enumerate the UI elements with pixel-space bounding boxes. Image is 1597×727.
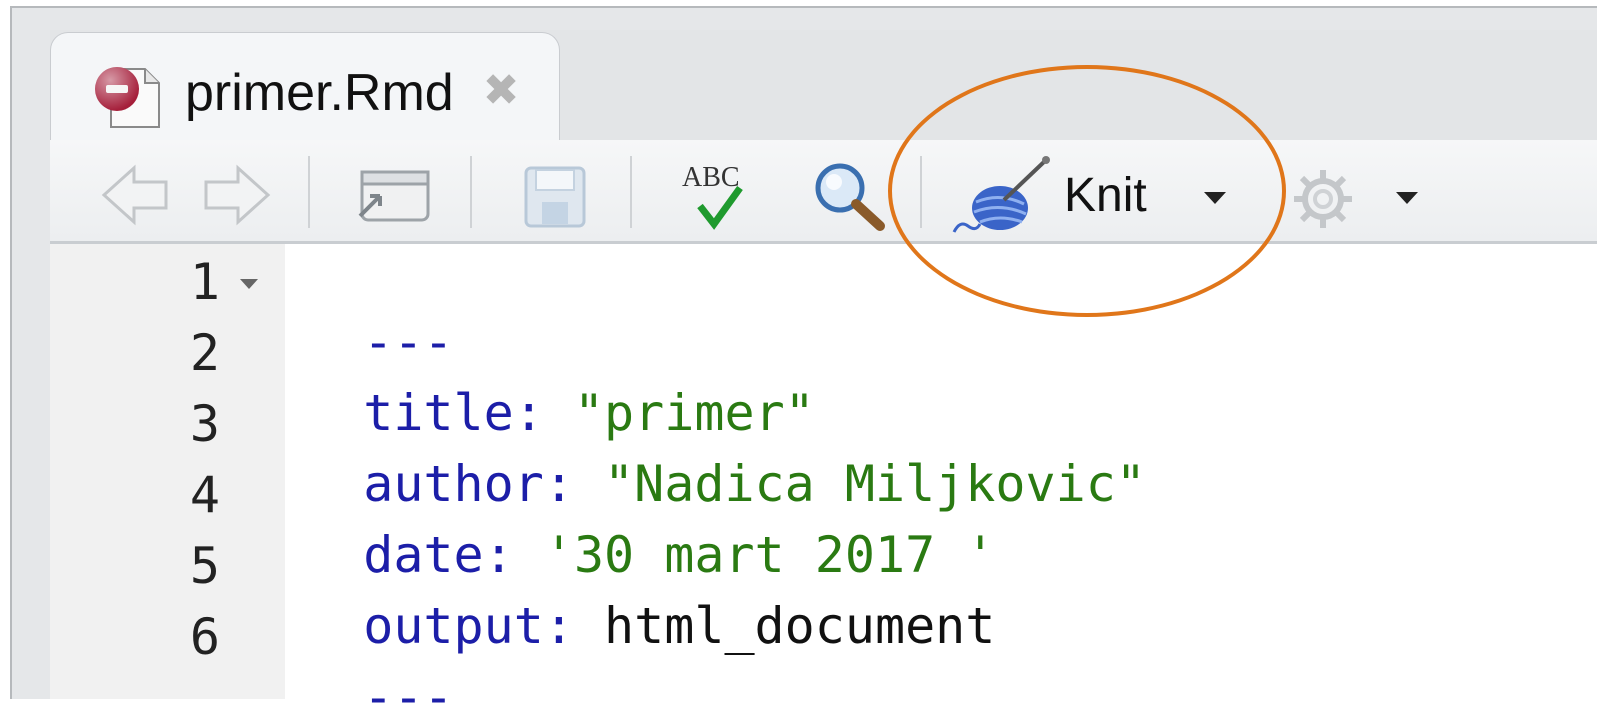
fold-chevron-icon[interactable] [240, 279, 258, 289]
knit-icon[interactable] [950, 152, 1054, 236]
line-number: 2 [189, 324, 220, 382]
toolbar-separator [920, 156, 922, 228]
line-number: 4 [189, 466, 220, 524]
line-number: 1 [189, 253, 220, 311]
save-icon[interactable] [520, 162, 590, 232]
rmd-file-icon [93, 61, 167, 131]
gear-icon[interactable] [1288, 164, 1358, 234]
toolbar-separator [630, 156, 632, 228]
knit-dropdown-chevron-icon[interactable] [1200, 186, 1230, 206]
spellcheck-abc-text: ABC [682, 162, 740, 193]
toolbar-separator [308, 156, 310, 228]
show-in-window-icon[interactable] [350, 160, 440, 230]
gear-dropdown-chevron-icon[interactable] [1392, 186, 1422, 206]
spellcheck-icon[interactable]: ABC [678, 158, 768, 234]
line-number: 5 [189, 537, 220, 595]
find-icon[interactable] [810, 160, 890, 232]
line-number: 3 [189, 395, 220, 453]
toolbar-separator [470, 156, 472, 228]
code-line[interactable]: --- [303, 607, 454, 727]
yaml-value: html_document [604, 597, 996, 655]
back-arrow-icon[interactable] [100, 160, 172, 230]
knit-button-label[interactable]: Knit [1064, 168, 1147, 224]
tab-primer-rmd[interactable]: primer.Rmd ✖ [50, 32, 560, 142]
forward-arrow-icon[interactable] [200, 160, 272, 230]
close-icon[interactable]: ✖ [481, 69, 521, 113]
yaml-delimiter: --- [363, 668, 454, 726]
tab-filename: primer.Rmd [185, 64, 454, 122]
line-number: 6 [189, 608, 220, 666]
